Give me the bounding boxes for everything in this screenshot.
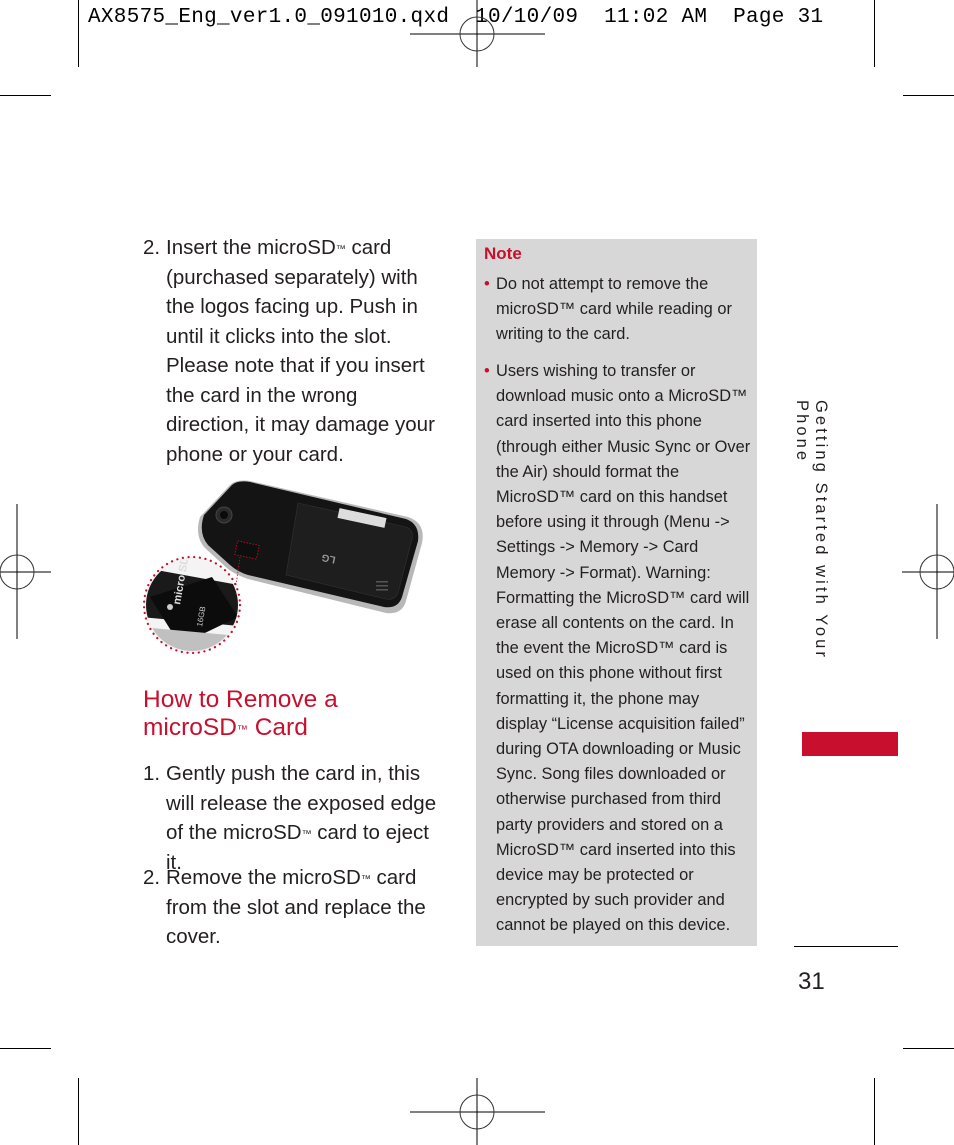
note-item: • Users wishing to transfer or download … xyxy=(484,359,752,939)
crop-mark xyxy=(903,95,954,96)
page-number-rule xyxy=(794,946,898,947)
note-item: • Do not attempt to remove the microSD™ … xyxy=(484,272,752,348)
insert-card-step: 2. Insert the microSD™ card (purchased s… xyxy=(143,233,443,469)
step-text: Remove the microSD™ card from the slot a… xyxy=(166,866,426,948)
page-number: 31 xyxy=(798,968,825,995)
registration-mark-right xyxy=(902,504,954,639)
remove-step: 2. Remove the microSD™ card from the slo… xyxy=(143,863,443,952)
crop-mark xyxy=(903,1048,954,1049)
crop-mark xyxy=(0,1048,51,1049)
crop-mark xyxy=(874,0,875,67)
remove-step: 1. Gently push the card in, this will re… xyxy=(143,759,443,877)
crop-mark xyxy=(874,1078,875,1145)
bullet-icon: • xyxy=(484,275,490,293)
chapter-side-label: Getting Started with Your Phone xyxy=(793,400,830,661)
registration-mark-top xyxy=(410,0,545,67)
step-number: 1. xyxy=(143,762,161,785)
step-number: 2. xyxy=(143,866,161,889)
note-title: Note xyxy=(484,244,522,263)
phone-microsd-illustration: LG micro SD 16GB xyxy=(142,480,423,655)
crop-mark xyxy=(78,0,79,67)
registration-mark-left xyxy=(0,504,51,639)
step-text: Gently push the card in, this will relea… xyxy=(166,762,437,874)
bullet-icon: • xyxy=(484,362,490,380)
note-box: Note • Do not attempt to remove the micr… xyxy=(476,239,757,946)
crop-mark xyxy=(78,1078,79,1145)
section-heading: How to Remove a microSD™ Card xyxy=(143,686,338,741)
step-text: Insert the microSD™ card (purchased sepa… xyxy=(166,236,435,466)
chapter-tab-marker xyxy=(802,732,898,756)
registration-mark-bottom xyxy=(410,1078,545,1145)
step-number: 2. xyxy=(143,236,161,259)
crop-mark xyxy=(0,95,51,96)
